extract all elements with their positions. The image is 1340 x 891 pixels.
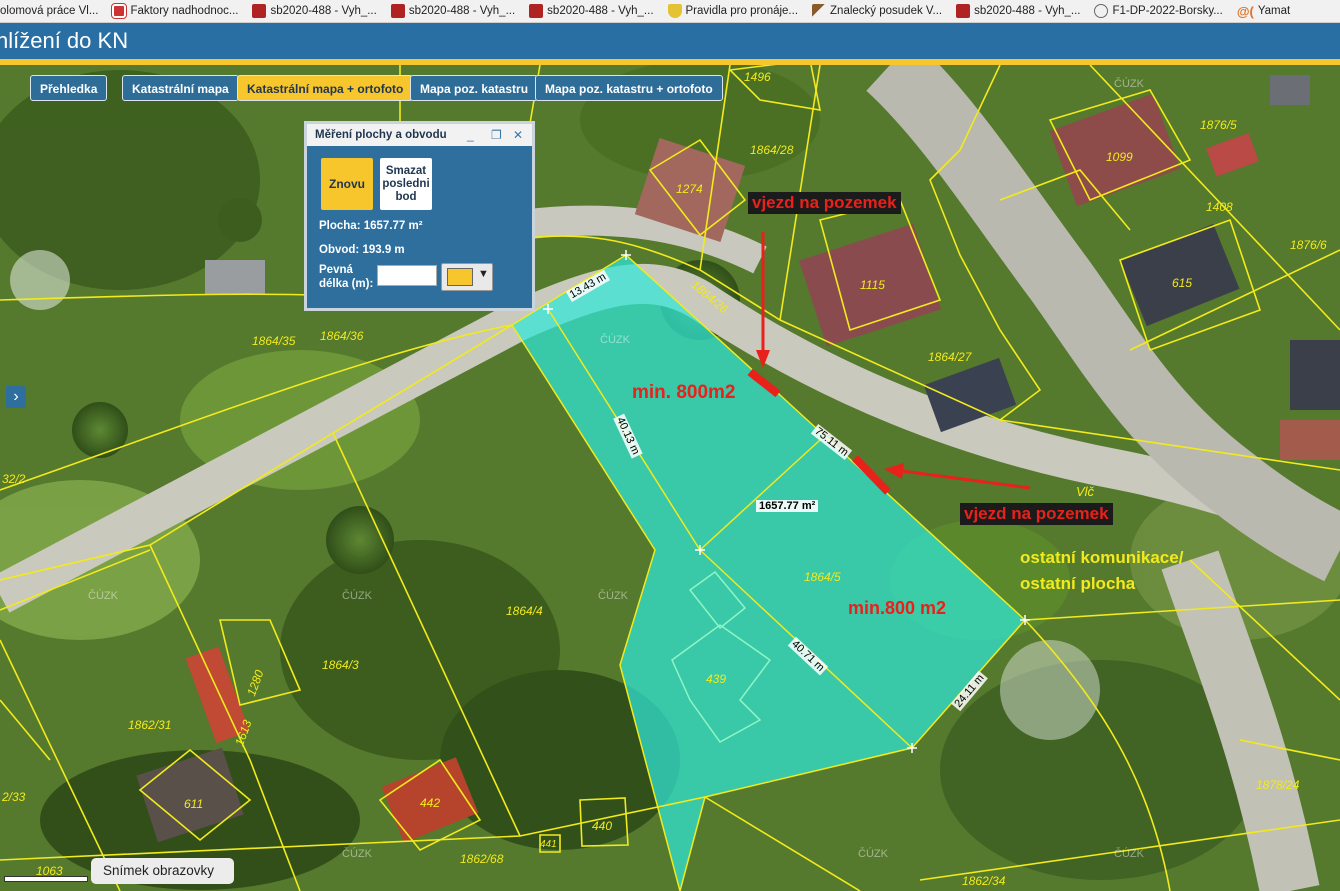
panel-title: Měření plochy a obvodu bbox=[315, 129, 447, 141]
close-icon[interactable]: ✕ bbox=[513, 124, 523, 146]
area-readout: Plocha: 1657.77 m² bbox=[319, 220, 423, 232]
bookmark-item[interactable]: Faktory nadhodnoc... bbox=[111, 3, 239, 19]
bookmark-label: Yamat bbox=[1257, 5, 1291, 17]
app-header: hlížení do KN bbox=[0, 23, 1340, 59]
bookmark-item[interactable]: Pravidla pro pronáje... bbox=[667, 4, 799, 18]
bookmark-label: Pravidla pro pronáje... bbox=[685, 5, 799, 17]
bookmark-item[interactable]: sb2020-488 - Vyh_... bbox=[956, 4, 1080, 18]
restart-button[interactable]: Znovu bbox=[321, 158, 373, 210]
seal-icon bbox=[390, 4, 405, 18]
tab-cadastral-map[interactable]: Katastrální mapa bbox=[122, 75, 239, 101]
minimize-icon[interactable]: _ bbox=[467, 124, 474, 146]
hammer-icon bbox=[812, 4, 827, 18]
panel-header[interactable]: Měření plochy a obvodu _ ❐ ✕ bbox=[307, 124, 532, 146]
bookmark-label: sb2020-488 - Vyh_... bbox=[408, 5, 516, 17]
tab-overview[interactable]: Přehledka bbox=[30, 75, 108, 101]
side-panel-toggle[interactable]: › bbox=[6, 386, 26, 408]
bookmark-item[interactable]: sb2020-488 - Vyh_... bbox=[390, 4, 516, 18]
red-square-icon bbox=[111, 3, 128, 19]
tab-land-map[interactable]: Mapa poz. katastru bbox=[410, 75, 539, 101]
bookmark-label: Faktory nadhodnoc... bbox=[130, 5, 239, 17]
bookmark-item[interactable]: olomová práce Vl... bbox=[0, 5, 98, 17]
at-icon: @( bbox=[1236, 3, 1254, 19]
tab-land-map-ortho[interactable]: Mapa poz. katastru + ortofoto bbox=[535, 75, 723, 101]
fixed-length-label: Pevná délka (m): bbox=[319, 264, 374, 290]
map-canvas[interactable]: 13.43 m 40.13 m 75.11 m 1657.77 m² 40.71… bbox=[0, 65, 1340, 891]
shield-icon bbox=[667, 4, 682, 18]
color-picker[interactable]: ▼ bbox=[441, 263, 493, 291]
bookmark-item[interactable]: Znalecký posudek V... bbox=[812, 4, 942, 18]
screenshot-tooltip: Snímek obrazovky bbox=[91, 858, 234, 884]
color-swatch bbox=[447, 268, 473, 286]
seal-icon bbox=[252, 4, 267, 18]
bookmark-item[interactable]: sb2020-488 - Vyh_... bbox=[252, 4, 377, 18]
bookmarks-bar: olomová práce Vl... Faktory nadhodnoc...… bbox=[0, 0, 1340, 23]
seal-icon bbox=[956, 4, 971, 18]
map-svg bbox=[0, 65, 1340, 891]
fixed-length-input[interactable] bbox=[377, 265, 437, 286]
bookmark-label: Znalecký posudek V... bbox=[830, 5, 943, 17]
page-title: hlížení do KN bbox=[0, 28, 129, 53]
dropdown-arrow-icon: ▼ bbox=[478, 268, 489, 280]
bookmark-label: F1-DP-2022-Borsky... bbox=[1112, 5, 1223, 17]
seal-icon bbox=[529, 4, 544, 18]
scale-bar bbox=[4, 876, 88, 882]
bookmark-item[interactable]: @(Yamat bbox=[1237, 4, 1290, 19]
chevron-right-icon: › bbox=[13, 388, 19, 405]
bookmark-item[interactable]: F1-DP-2022-Borsky... bbox=[1094, 4, 1223, 18]
globe-icon bbox=[1094, 4, 1109, 18]
perimeter-readout: Obvod: 193.9 m bbox=[319, 244, 405, 256]
bookmark-label: olomová práce Vl... bbox=[0, 5, 99, 17]
bookmark-item[interactable]: sb2020-488 - Vyh_... bbox=[529, 4, 654, 18]
tab-cadastral-ortho[interactable]: Katastrální mapa + ortofoto bbox=[237, 75, 414, 101]
maximize-icon[interactable]: ❐ bbox=[491, 124, 502, 146]
bookmark-label: sb2020-488 - Vyh_... bbox=[270, 5, 377, 17]
delete-last-point-button[interactable]: Smazat posledni bod bbox=[380, 158, 432, 210]
bookmark-label: sb2020-488 - Vyh_... bbox=[547, 5, 654, 17]
measurement-panel: Měření plochy a obvodu _ ❐ ✕ Znovu Smaza… bbox=[304, 121, 535, 311]
bookmark-label: sb2020-488 - Vyh_... bbox=[974, 5, 1081, 17]
